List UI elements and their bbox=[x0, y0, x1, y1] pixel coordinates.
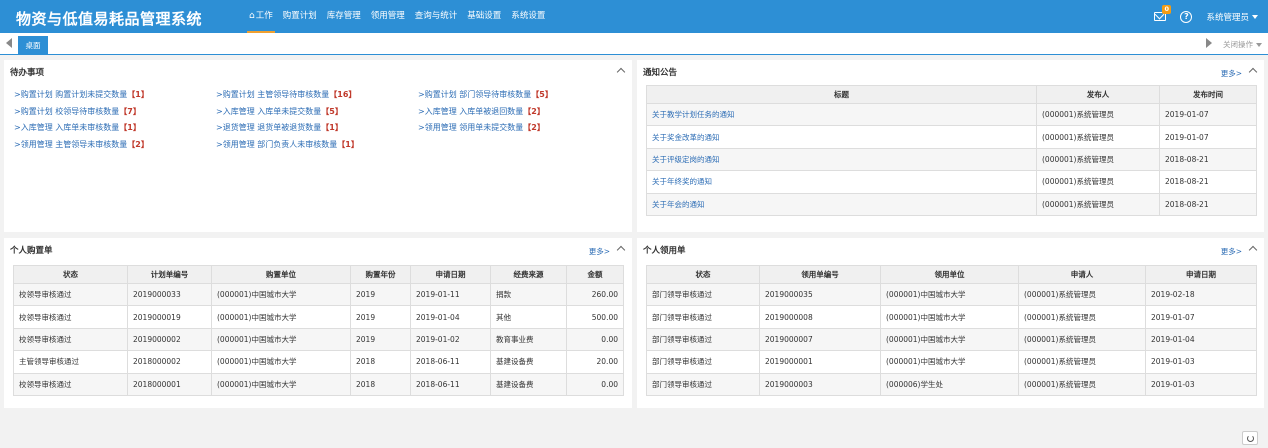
caret-down-icon bbox=[1256, 43, 1262, 47]
todo-item[interactable]: >购置计划 校领导待审核数量【7】 bbox=[14, 106, 216, 123]
column-header: 申请日期 bbox=[410, 265, 491, 284]
app-title: 物资与低值易耗品管理系统 bbox=[16, 10, 203, 28]
column-header: 发布时间 bbox=[1159, 85, 1257, 104]
column-header: 购置单位 bbox=[211, 265, 351, 284]
column-header: 领用单编号 bbox=[759, 265, 881, 284]
purchase-table: 状态 计划单编号 购置单位 购置年份 申请日期 经费来源 金额 校领导审核通过 2… bbox=[13, 265, 624, 396]
nav-system-settings[interactable]: 系统设置 bbox=[506, 0, 550, 33]
table-row[interactable]: 部门领导审核通过 2019000007 (000001)中国城市大学 (000001)… bbox=[646, 327, 1257, 352]
todo-item[interactable]: >购置计划 购置计划未提交数量【1】 bbox=[14, 89, 216, 106]
notice-more-link[interactable]: 更多> bbox=[1221, 68, 1242, 79]
purchase-panel-header: 个人购置单 更多> bbox=[4, 238, 632, 258]
table-row[interactable]: 部门领导审核通过 2019000001 (000001)中国城市大学 (000001)… bbox=[646, 350, 1257, 374]
top-right-tools: 0 ? 系统管理员 bbox=[1154, 0, 1258, 33]
collapse-icon[interactable] bbox=[1248, 245, 1258, 255]
todo-item[interactable]: >退货管理 退货单被退货数量【1】 bbox=[216, 122, 418, 139]
table-row[interactable]: 关于评级定岗的通知 (000001)系统管理员 2018-08-21 bbox=[646, 147, 1257, 172]
nav-query-stats[interactable]: 查询与统计 bbox=[410, 0, 463, 33]
table-row[interactable]: 校领导审核通过 2019000019 (000001)中国城市大学 2019 2019-… bbox=[13, 305, 624, 329]
nav-basic-settings[interactable]: 基础设置 bbox=[462, 0, 506, 33]
purchase-more-link[interactable]: 更多> bbox=[589, 246, 610, 257]
collapse-icon[interactable] bbox=[616, 67, 626, 77]
column-header: 状态 bbox=[13, 265, 128, 284]
collapse-icon[interactable] bbox=[616, 245, 626, 255]
column-header: 状态 bbox=[646, 265, 760, 284]
table-row[interactable]: 部门领导审核通过 2019000003 (000006)学生处 (000001)系统管… bbox=[646, 372, 1257, 396]
column-header: 发布人 bbox=[1036, 85, 1160, 104]
table-row[interactable]: 校领导审核通过 2019000033 (000001)中国城市大学 2019 2019-… bbox=[13, 282, 624, 307]
table-row[interactable]: 关于奖金改革的通知 (000001)系统管理员 2019-01-07 bbox=[646, 125, 1257, 149]
todo-panel: 待办事项 >购置计划 购置计划未提交数量【1】 >购置计划 主管领导待审核数量【… bbox=[4, 60, 632, 232]
todo-item[interactable]: >领用管理 主管领导未审核数量【2】 bbox=[14, 139, 216, 156]
requisition-table: 状态 领用单编号 领用单位 申请人 申请日期 部门领导审核通过 201900003… bbox=[646, 265, 1257, 396]
nav-requisition[interactable]: 领用管理 bbox=[366, 0, 410, 33]
table-row[interactable]: 关于年会的通知 (000001)系统管理员 2018-08-21 bbox=[646, 192, 1257, 216]
tab-desktop[interactable]: 桌面 bbox=[18, 36, 48, 55]
help-icon[interactable]: ? bbox=[1180, 10, 1193, 23]
column-header: 领用单位 bbox=[880, 265, 1019, 284]
column-header: 计划单编号 bbox=[127, 265, 212, 284]
todo-panel-header: 待办事项 bbox=[4, 60, 632, 80]
mail-icon[interactable]: 0 bbox=[1154, 5, 1172, 21]
table-row[interactable]: 部门领导审核通过 2019000035 (000001)中国城市大学 (000001)… bbox=[646, 282, 1257, 307]
user-menu[interactable]: 系统管理员 bbox=[1206, 11, 1258, 23]
table-row[interactable]: 关于教学计划任务的通知 (000001)系统管理员 2019-01-07 bbox=[646, 102, 1257, 127]
todo-item[interactable]: >购置计划 部门领导待审核数量【5】 bbox=[418, 89, 620, 106]
column-header: 金额 bbox=[566, 265, 624, 284]
close-operations-menu[interactable]: 关闭操作 bbox=[1223, 39, 1262, 50]
column-header: 申请人 bbox=[1018, 265, 1146, 284]
column-header: 购置年份 bbox=[350, 265, 411, 284]
todo-item[interactable]: >入库管理 入库单未审核数量【1】 bbox=[14, 122, 216, 139]
tab-bar: 桌面 关闭操作 bbox=[0, 33, 1268, 55]
tab-next-icon[interactable] bbox=[1206, 38, 1212, 48]
purchase-title: 个人购置单 bbox=[10, 246, 53, 256]
todo-item[interactable]: >领用管理 部门负责人未审核数量【1】 bbox=[216, 139, 418, 156]
close-ops-label: 关闭操作 bbox=[1223, 40, 1253, 49]
table-row[interactable]: 主管领导审核通过 2018000002 (000001)中国城市大学 2018 2018… bbox=[13, 350, 624, 374]
nav-label: 工作 bbox=[255, 11, 273, 21]
todo-item[interactable]: >入库管理 入库单未提交数量【5】 bbox=[216, 106, 418, 123]
table-row[interactable]: 校领导审核通过 2019000002 (000001)中国城市大学 2019 2019-… bbox=[13, 327, 624, 352]
mail-badge: 0 bbox=[1162, 5, 1172, 14]
todo-item[interactable]: >购置计划 主管领导待审核数量【16】 bbox=[216, 89, 418, 106]
home-icon: ⌂ bbox=[249, 11, 255, 21]
column-header: 标题 bbox=[646, 85, 1037, 104]
notice-panel: 通知公告 更多> 标题 发布人 发布时间 关于教学计划任务的通知 (000001)… bbox=[637, 60, 1264, 232]
todo-item[interactable]: >领用管理 领用单未提交数量【2】 bbox=[418, 122, 620, 139]
caret-down-icon bbox=[1252, 15, 1258, 19]
table-row[interactable]: 部门领导审核通过 2019000008 (000001)中国城市大学 (000001)… bbox=[646, 305, 1257, 329]
requisition-title: 个人领用单 bbox=[643, 246, 686, 256]
requisition-more-link[interactable]: 更多> bbox=[1221, 246, 1242, 257]
purchase-panel: 个人购置单 更多> 状态 计划单编号 购置单位 购置年份 申请日期 经费来源 金… bbox=[4, 238, 632, 408]
table-row[interactable]: 校领导审核通过 2018000001 (000001)中国城市大学 2018 2018-… bbox=[13, 372, 624, 396]
main-nav: ⌂工作 购置计划 库存管理 领用管理 查询与统计 基础设置 系统设置 bbox=[244, 0, 550, 33]
column-header: 申请日期 bbox=[1145, 265, 1257, 284]
nav-inventory[interactable]: 库存管理 bbox=[322, 0, 366, 33]
requisition-panel: 个人领用单 更多> 状态 领用单编号 领用单位 申请人 申请日期 部门领导审核通… bbox=[637, 238, 1264, 408]
column-header: 经费来源 bbox=[490, 265, 567, 284]
tab-prev-icon[interactable] bbox=[6, 38, 12, 48]
refresh-icon[interactable] bbox=[1242, 431, 1258, 445]
nav-work[interactable]: ⌂工作 bbox=[244, 0, 278, 33]
nav-purchase-plan[interactable]: 购置计划 bbox=[278, 0, 322, 33]
user-name: 系统管理员 bbox=[1206, 12, 1249, 23]
todo-title: 待办事项 bbox=[10, 68, 45, 78]
collapse-icon[interactable] bbox=[1248, 67, 1258, 77]
table-row[interactable]: 关于年终奖的通知 (000001)系统管理员 2018-08-21 bbox=[646, 170, 1257, 194]
notice-table: 标题 发布人 发布时间 关于教学计划任务的通知 (000001)系统管理员 2019… bbox=[646, 85, 1257, 216]
top-bar: 物资与低值易耗品管理系统 ⌂工作 购置计划 库存管理 领用管理 查询与统计 基础… bbox=[0, 0, 1268, 33]
requisition-panel-header: 个人领用单 更多> bbox=[637, 238, 1264, 258]
todo-list: >购置计划 购置计划未提交数量【1】 >购置计划 主管领导待审核数量【16】 >… bbox=[14, 89, 620, 155]
notice-title: 通知公告 bbox=[643, 68, 678, 78]
notice-panel-header: 通知公告 更多> bbox=[637, 60, 1264, 80]
todo-item[interactable]: >入库管理 入库单被退回数量【2】 bbox=[418, 106, 620, 123]
